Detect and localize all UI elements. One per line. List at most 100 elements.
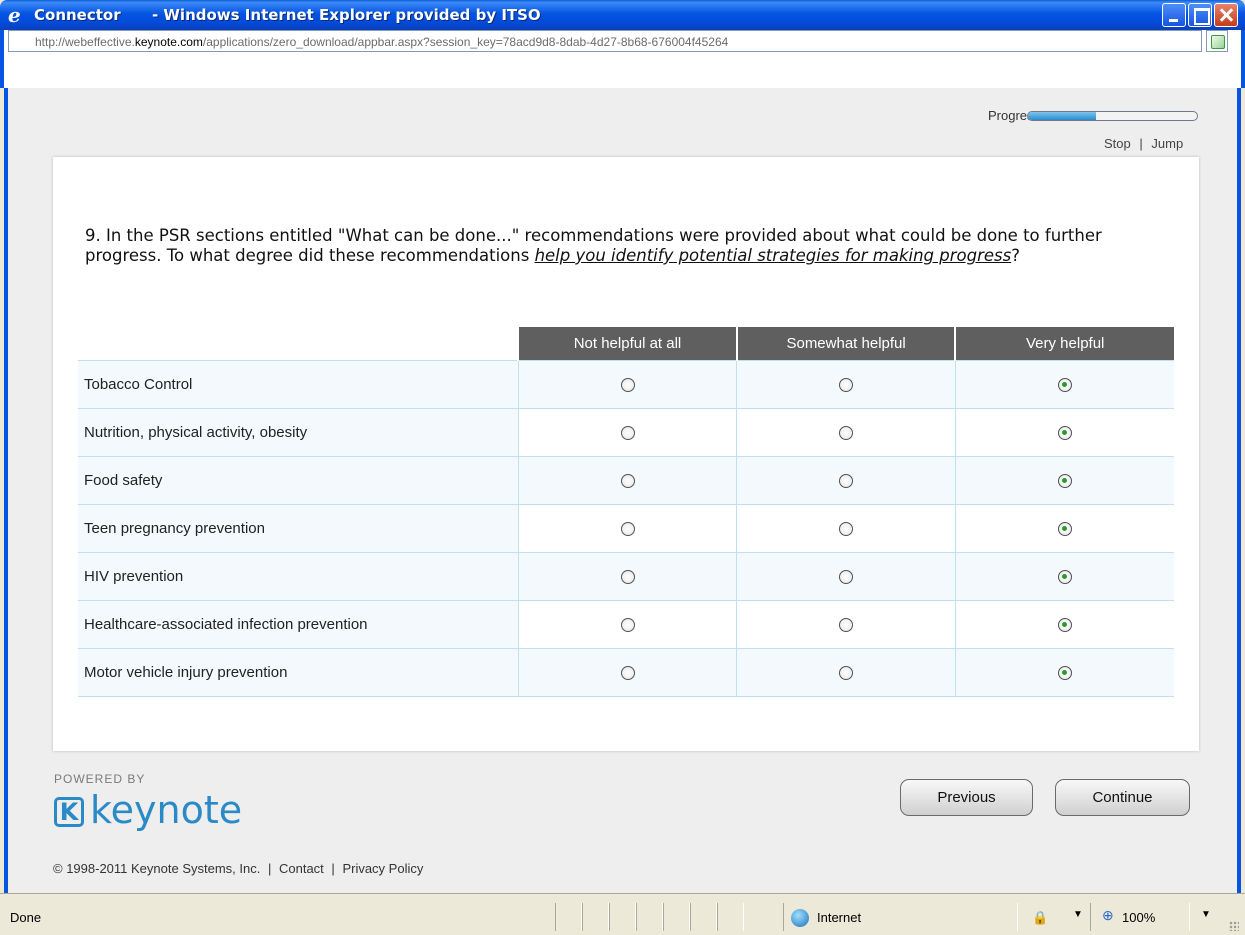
option-cell bbox=[736, 359, 956, 409]
grid-header-row: Not helpful at all Somewhat helpful Very… bbox=[78, 327, 1174, 360]
radio-button[interactable] bbox=[1057, 377, 1072, 392]
window-title: Connector - Windows Internet Explorer pr… bbox=[34, 6, 541, 24]
grid-header-blank bbox=[78, 327, 518, 360]
question-end: ? bbox=[1011, 246, 1020, 265]
url-path: /applications/zero_download/appbar.aspx?… bbox=[202, 35, 729, 49]
option-cell bbox=[518, 599, 738, 649]
radio-button[interactable] bbox=[1057, 617, 1072, 632]
powered-by-label: POWERED BY bbox=[54, 772, 146, 786]
chevron-down-icon[interactable]: ▼ bbox=[1073, 909, 1083, 920]
keynote-logo: Kkeynote bbox=[54, 788, 242, 832]
progress-fill bbox=[1028, 112, 1096, 120]
contact-link[interactable]: Contact bbox=[279, 861, 324, 876]
question-emphasis: help you identify potential strategies f… bbox=[534, 246, 1012, 265]
option-cell bbox=[736, 551, 956, 601]
privacy-policy-link[interactable]: Privacy Policy bbox=[342, 861, 423, 876]
compatibility-view-icon[interactable] bbox=[1206, 30, 1228, 52]
url-domain: keynote.com bbox=[134, 35, 203, 49]
radio-button[interactable] bbox=[620, 425, 635, 440]
url-prefix: http://webeffective. bbox=[35, 35, 135, 49]
rating-grid: Not helpful at all Somewhat helpful Very… bbox=[78, 327, 1174, 697]
option-cell bbox=[736, 455, 956, 505]
radio-button[interactable] bbox=[839, 569, 854, 584]
radio-button[interactable] bbox=[1057, 425, 1072, 440]
row-label: HIV prevention bbox=[78, 551, 519, 601]
status-cell bbox=[555, 903, 582, 931]
column-header: Somewhat helpful bbox=[735, 327, 956, 360]
option-cell bbox=[736, 407, 956, 457]
option-cell bbox=[518, 551, 738, 601]
radio-button[interactable] bbox=[620, 377, 635, 392]
keynote-mark-icon: K bbox=[54, 797, 84, 827]
option-cell bbox=[736, 503, 956, 553]
resize-grip-icon[interactable] bbox=[1229, 921, 1239, 931]
previous-button[interactable]: Previous bbox=[900, 779, 1033, 816]
status-cell bbox=[582, 903, 609, 931]
continue-button[interactable]: Continue bbox=[1055, 779, 1190, 816]
row-label: Teen pregnancy prevention bbox=[78, 503, 519, 553]
radio-button[interactable] bbox=[620, 473, 635, 488]
minimize-button[interactable] bbox=[1162, 3, 1186, 27]
stop-jump-links: Stop | Jump bbox=[1104, 136, 1183, 151]
zoom-icon[interactable]: ⊕ bbox=[1102, 907, 1114, 924]
radio-button[interactable] bbox=[839, 377, 854, 392]
radio-button[interactable] bbox=[1057, 665, 1072, 680]
url-field[interactable]: http://webeffective.keynote.com/applicat… bbox=[8, 30, 1202, 52]
status-cell bbox=[717, 903, 744, 931]
option-cell bbox=[955, 503, 1174, 553]
separator: | bbox=[267, 861, 272, 876]
column-header: Very helpful bbox=[954, 327, 1174, 360]
option-cell bbox=[518, 503, 738, 553]
status-cell bbox=[636, 903, 663, 931]
option-cell bbox=[736, 599, 956, 649]
zoom-level[interactable]: 100% bbox=[1122, 910, 1155, 925]
radio-button[interactable] bbox=[839, 665, 854, 680]
option-cell bbox=[955, 647, 1174, 697]
radio-button[interactable] bbox=[839, 473, 854, 488]
title-bar: e Connector - Windows Internet Explorer … bbox=[0, 0, 1245, 30]
protected-mode-icon[interactable]: 🔒 bbox=[1032, 910, 1048, 926]
table-row: Motor vehicle injury prevention bbox=[78, 647, 1174, 697]
option-cell bbox=[955, 551, 1174, 601]
option-cell bbox=[955, 599, 1174, 649]
radio-button[interactable] bbox=[1057, 521, 1072, 536]
table-row: Nutrition, physical activity, obesity bbox=[78, 407, 1174, 457]
status-cell bbox=[690, 903, 717, 931]
keynote-wordmark: keynote bbox=[90, 788, 243, 832]
separator: | bbox=[331, 861, 335, 876]
option-cell bbox=[955, 455, 1174, 505]
close-button[interactable] bbox=[1214, 3, 1238, 27]
radio-button[interactable] bbox=[620, 521, 635, 536]
maximize-button[interactable] bbox=[1188, 3, 1212, 27]
status-cell bbox=[663, 903, 690, 931]
radio-button[interactable] bbox=[839, 425, 854, 440]
radio-button[interactable] bbox=[620, 569, 635, 584]
option-cell bbox=[518, 359, 738, 409]
table-row: Teen pregnancy prevention bbox=[78, 503, 1174, 553]
option-cell bbox=[955, 359, 1174, 409]
option-cell bbox=[736, 647, 956, 697]
row-label: Tobacco Control bbox=[78, 359, 519, 409]
footer: © 1998-2011 Keynote Systems, Inc. | Cont… bbox=[53, 861, 423, 876]
status-cell bbox=[609, 903, 636, 931]
row-label: Food safety bbox=[78, 455, 519, 505]
grid-body: Tobacco Control Nutrition, physical activ… bbox=[78, 359, 1174, 697]
table-row: Tobacco Control bbox=[78, 359, 1174, 409]
radio-button[interactable] bbox=[1057, 473, 1072, 488]
row-label: Healthcare-associated infection preventi… bbox=[78, 599, 519, 649]
radio-button[interactable] bbox=[839, 521, 854, 536]
stop-link[interactable]: Stop bbox=[1104, 136, 1131, 151]
table-row: Healthcare-associated infection preventi… bbox=[78, 599, 1174, 649]
option-cell bbox=[518, 647, 738, 697]
jump-link[interactable]: Jump bbox=[1151, 136, 1183, 151]
radio-button[interactable] bbox=[620, 617, 635, 632]
radio-button[interactable] bbox=[620, 665, 635, 680]
row-label: Motor vehicle injury prevention bbox=[78, 647, 519, 697]
question-text: 9. In the PSR sections entitled "What ca… bbox=[85, 226, 1170, 266]
radio-button[interactable] bbox=[1057, 569, 1072, 584]
security-zone: Internet bbox=[817, 910, 862, 925]
option-cell bbox=[518, 407, 738, 457]
status-text: Done bbox=[10, 910, 42, 925]
radio-button[interactable] bbox=[839, 617, 854, 632]
chevron-down-icon[interactable]: ▼ bbox=[1201, 909, 1211, 920]
